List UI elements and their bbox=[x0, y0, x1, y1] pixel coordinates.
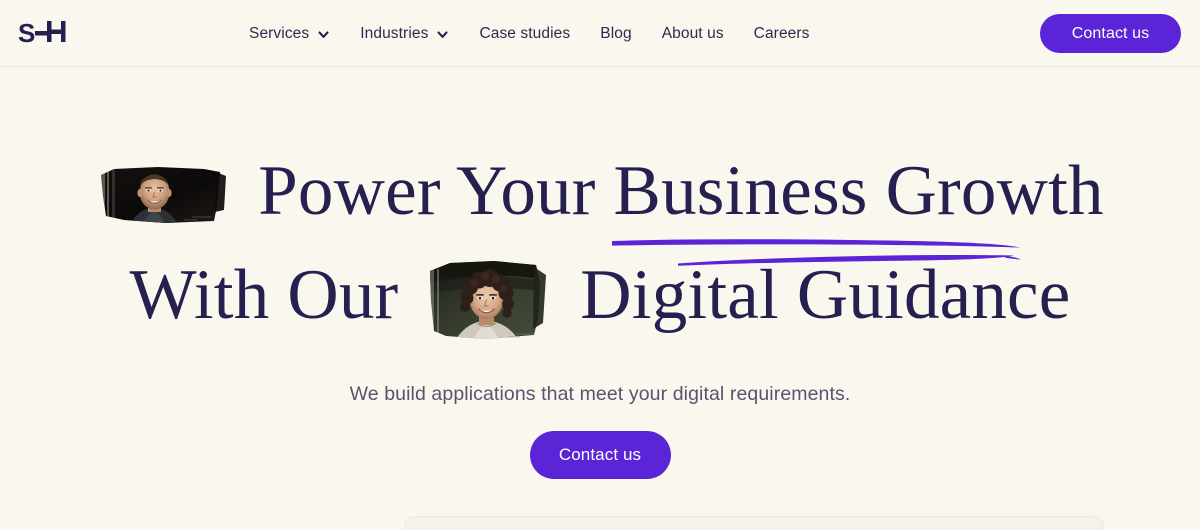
nav-item-label: Blog bbox=[600, 24, 632, 42]
nav-item-label: Industries bbox=[360, 24, 429, 42]
headline-line-2: With Our Digital Guidance bbox=[0, 243, 1200, 347]
nav-item-label: Case studies bbox=[479, 24, 571, 42]
hero-contact-us-button[interactable]: Contact us bbox=[529, 431, 671, 480]
page-root: S Services Industries Case studies Blog … bbox=[0, 0, 1200, 530]
logo-sh[interactable]: S bbox=[18, 16, 70, 52]
headline-underlined-phrase: Business Growth bbox=[611, 139, 1104, 266]
nav-item-blog[interactable]: Blog bbox=[600, 26, 631, 42]
headline-line-1: Power Your Business Growth bbox=[0, 139, 1200, 266]
headline-line-2-text-end: Digital Guidance bbox=[580, 256, 1071, 334]
nav-item-about-us[interactable]: About us bbox=[662, 26, 724, 42]
nav-item-careers[interactable]: Careers bbox=[754, 26, 810, 42]
nav-item-label: Careers bbox=[753, 24, 810, 42]
hero-subtitle: We build applications that meet your dig… bbox=[349, 383, 851, 405]
next-section-card-peek bbox=[404, 516, 1104, 530]
nav-item-label: About us bbox=[661, 24, 724, 42]
svg-text:S: S bbox=[18, 19, 35, 48]
headline-line-1-text: Power Your bbox=[258, 152, 596, 230]
main-navigation: Services Industries Case studies Blog Ab… bbox=[249, 0, 810, 67]
brushstroke-photo-curly-hair-person-icon bbox=[424, 259, 550, 343]
nav-item-industries[interactable]: Industries bbox=[360, 26, 449, 42]
nav-item-case-studies[interactable]: Case studies bbox=[479, 26, 570, 42]
header-contact-us-button[interactable]: Contact us bbox=[1040, 14, 1181, 53]
site-header: S Services Industries Case studies Blog … bbox=[0, 0, 1200, 67]
chevron-down-icon bbox=[436, 28, 449, 41]
headline-underlined-text: Business Growth bbox=[613, 152, 1104, 230]
brushstroke-photo-man-smiling-icon bbox=[96, 166, 228, 226]
page-title: Power Your Business Growth With Our Digi… bbox=[0, 139, 1200, 347]
nav-item-services[interactable]: Services bbox=[249, 26, 330, 42]
hero-section: Power Your Business Growth With Our Digi… bbox=[0, 139, 1200, 480]
hero-cta-container: Contact us bbox=[0, 431, 1200, 480]
chevron-down-icon bbox=[317, 28, 330, 41]
headline-line-2-text: With Our bbox=[129, 256, 399, 334]
nav-item-label: Services bbox=[249, 24, 310, 42]
